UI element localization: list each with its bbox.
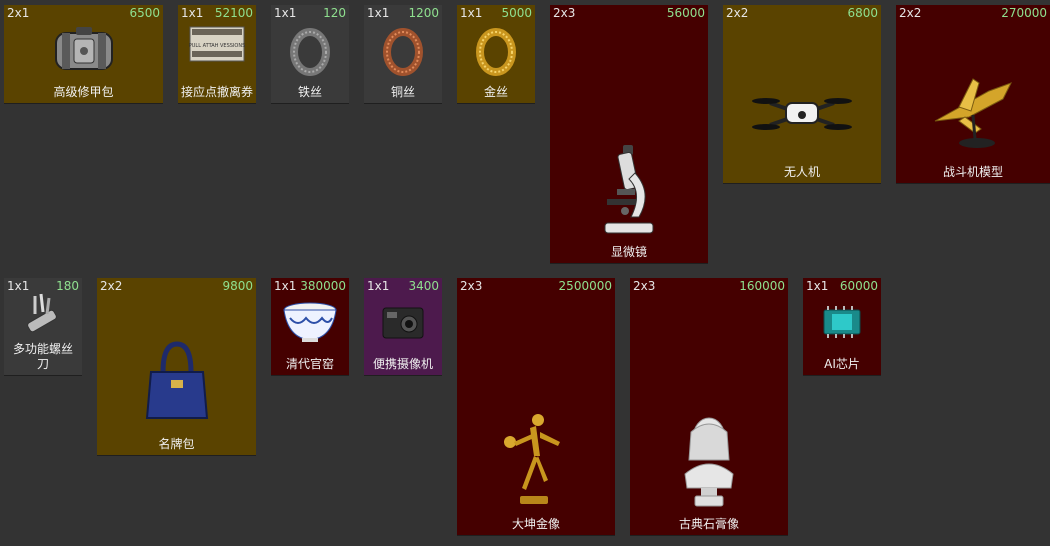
item-price: 52100 (214, 6, 253, 20)
item-name: 铜丝 (390, 85, 415, 99)
item-card-handbag[interactable]: 2x2 9800 名牌包 (97, 278, 256, 456)
microscope-icon (601, 143, 657, 241)
item-size: 2x3 (460, 279, 483, 293)
item-name: 高级修甲包 (53, 85, 114, 99)
item-name: 接应点撤离券 (180, 85, 253, 99)
handbag-icon (143, 338, 211, 426)
item-size: 2x2 (726, 6, 749, 20)
item-name: AI芯片 (824, 357, 860, 371)
drone-icon (750, 85, 854, 147)
porcelain-bowl-icon (282, 300, 338, 348)
inventory-grid: 2x1 6500 高级修甲包 1x1 52100 PULL ATTAH VESS… (0, 0, 1050, 546)
item-price: 3400 (408, 279, 439, 293)
item-price: 9800 (222, 279, 253, 293)
plaster-bust-icon (677, 414, 741, 514)
item-price: 120 (323, 6, 346, 20)
item-name: 铁丝 (297, 85, 322, 99)
item-name: 战斗机模型 (942, 165, 1003, 179)
item-price: 180 (56, 279, 79, 293)
ai-chip-icon (818, 304, 866, 344)
item-price: 60000 (839, 279, 878, 293)
item-price: 380000 (300, 279, 346, 293)
item-price: 6500 (129, 6, 160, 20)
golden-statue-icon (500, 408, 572, 516)
copper-wire-icon (379, 27, 427, 81)
item-price: 2500000 (558, 279, 612, 293)
item-size: 2x3 (553, 6, 576, 20)
item-card-iron-wire[interactable]: 1x1 120 铁丝 (271, 5, 349, 104)
item-size: 1x1 (367, 279, 390, 293)
item-size: 2x2 (100, 279, 123, 293)
item-card-extraction-voucher[interactable]: 1x1 52100 PULL ATTAH VESSIONS 接应点撤离券 (178, 5, 256, 104)
item-size: 1x1 (274, 279, 297, 293)
item-name: 金丝 (483, 85, 508, 99)
item-card-multitool[interactable]: 1x1 180 多功能螺丝刀 (4, 278, 82, 376)
item-price: 5000 (501, 6, 532, 20)
item-card-ai-chip[interactable]: 1x1 60000 AI芯片 (803, 278, 881, 376)
multitool-icon (21, 292, 65, 340)
item-name: 古典石膏像 (678, 517, 739, 531)
item-name: 无人机 (783, 165, 820, 179)
item-price: 160000 (739, 279, 785, 293)
item-card-copper-wire[interactable]: 1x1 1200 铜丝 (364, 5, 442, 104)
item-card-action-camera[interactable]: 1x1 3400 便携摄像机 (364, 278, 442, 376)
voucher-icon: PULL ATTAH VESSIONS (188, 23, 246, 69)
item-card-fighter-model[interactable]: 2x2 270000 战斗机模型 (896, 5, 1050, 184)
item-size: 1x1 (367, 6, 390, 20)
item-size: 2x2 (899, 6, 922, 20)
item-size: 1x1 (460, 6, 483, 20)
item-card-armor-repair-kit[interactable]: 2x1 6500 高级修甲包 (4, 5, 163, 104)
item-size: 1x1 (274, 6, 297, 20)
item-card-microscope[interactable]: 2x3 56000 显微镜 (550, 5, 708, 264)
gold-wire-icon (472, 27, 520, 81)
item-card-golden-statue[interactable]: 2x3 2500000 大坤金像 (457, 278, 615, 536)
item-card-plaster-bust[interactable]: 2x3 160000 古典石膏像 (630, 278, 788, 536)
iron-wire-icon (286, 27, 334, 81)
fighter-jet-icon (929, 71, 1017, 155)
item-price: 56000 (666, 6, 705, 20)
item-name: 便携摄像机 (372, 357, 433, 371)
item-size: 1x1 (181, 6, 204, 20)
item-name: 显微镜 (610, 245, 647, 259)
voucher-icon-text: PULL ATTAH VESSIONS (189, 43, 246, 49)
item-name: 名牌包 (158, 437, 195, 451)
item-price: 270000 (1001, 6, 1047, 20)
item-name: 多功能螺丝刀 (13, 342, 74, 371)
item-size: 1x1 (7, 279, 30, 293)
item-size: 2x1 (7, 6, 30, 20)
item-size: 2x3 (633, 279, 656, 293)
item-card-porcelain-bowl[interactable]: 1x1 380000 清代官窑 (271, 278, 349, 376)
item-size: 1x1 (806, 279, 829, 293)
item-card-gold-wire[interactable]: 1x1 5000 金丝 (457, 5, 535, 104)
action-camera-icon (381, 302, 425, 344)
item-card-drone[interactable]: 2x2 6800 无人机 (723, 5, 881, 184)
item-name: 大坤金像 (511, 517, 560, 531)
item-price: 6800 (847, 6, 878, 20)
item-price: 1200 (408, 6, 439, 20)
item-name: 清代官窑 (285, 357, 334, 371)
armor-repair-kit-icon (48, 23, 120, 83)
